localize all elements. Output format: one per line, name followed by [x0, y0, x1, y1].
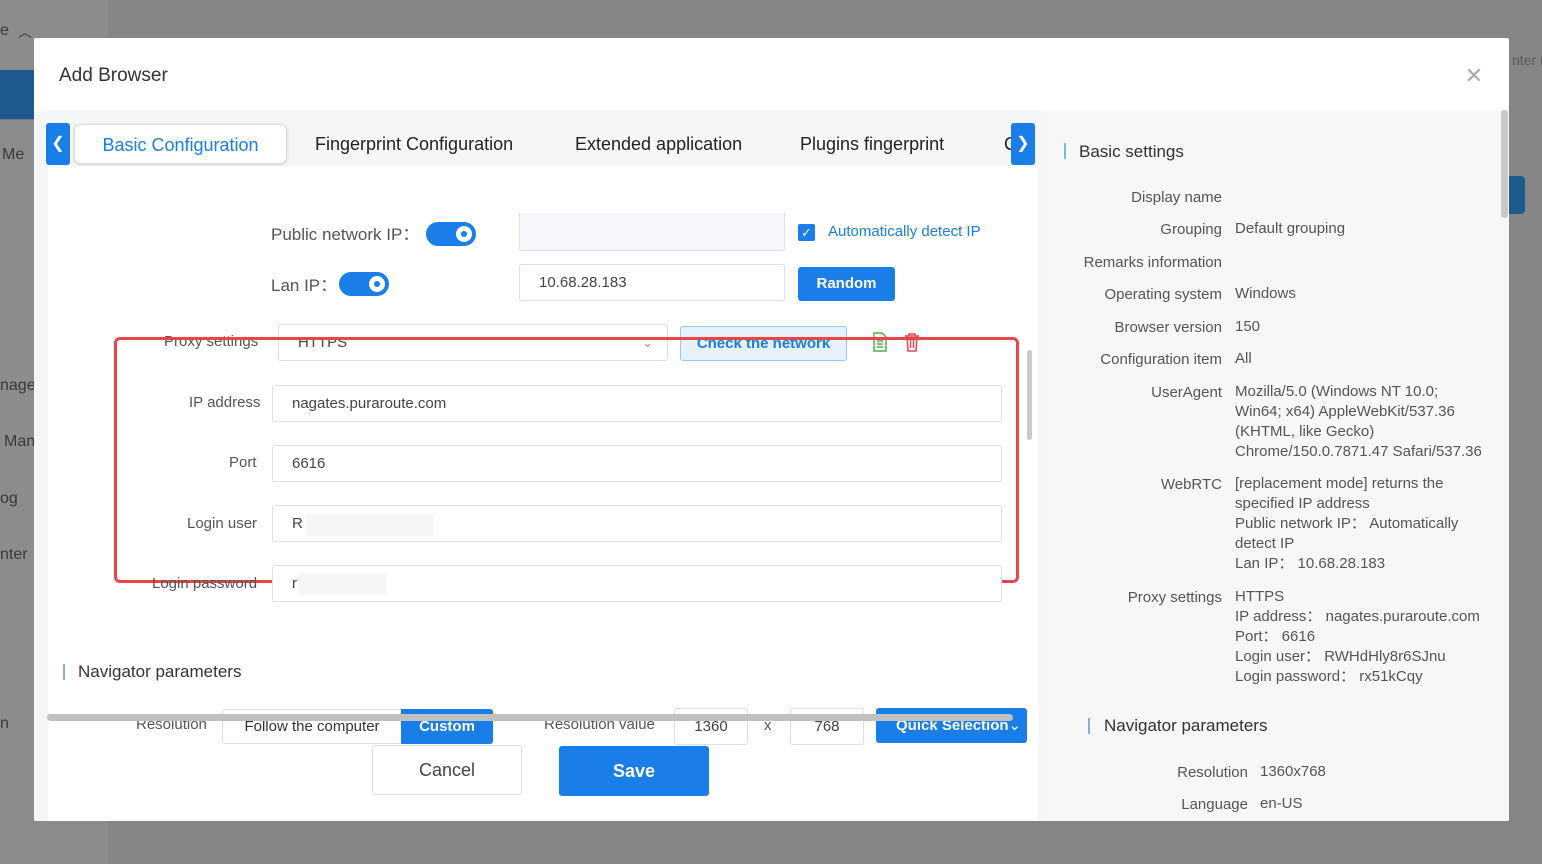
- close-icon[interactable]: ✕: [1464, 65, 1484, 87]
- background-text: nter: [0, 546, 28, 563]
- login-password-value: r: [292, 575, 297, 592]
- login-user-label: Login user: [187, 515, 258, 532]
- summary-proxy-port: Port： 6616: [1235, 628, 1316, 645]
- background-text: Me: [2, 146, 25, 163]
- summary-proxy-password: Login password： rx51kCqy: [1235, 668, 1423, 685]
- background-active-nav: [0, 70, 34, 120]
- navigator-section-title: Navigator parameters: [78, 662, 242, 681]
- public-ip-label: Public network IP：: [271, 225, 420, 244]
- redaction-mask: [306, 514, 433, 536]
- tab-scroll-left-icon[interactable]: ❮: [46, 123, 70, 165]
- save-button[interactable]: Save: [559, 746, 709, 796]
- tab-fingerprint-configuration[interactable]: Fingerprint Configuration: [315, 124, 513, 164]
- summary-label: WebRTC: [1160, 476, 1222, 493]
- summary-proxy-user: Login user： RWHdHly8r6SJnu: [1235, 648, 1446, 665]
- random-button[interactable]: Random: [798, 267, 895, 301]
- form-scrollbar[interactable]: [1027, 350, 1032, 440]
- summary-label: Remarks information: [1083, 254, 1222, 271]
- summary-label: Browser version: [1114, 319, 1222, 336]
- port-label: Port: [229, 454, 257, 471]
- lan-ip-toggle[interactable]: [339, 272, 389, 296]
- login-user-value: R: [292, 515, 303, 532]
- summary-label: UserAgent: [1151, 384, 1222, 401]
- summary-label: Resolution: [1177, 764, 1248, 781]
- background-text: n: [0, 715, 9, 732]
- summary-webrtc-public-ip: Public network IP： Automatically detect …: [1235, 515, 1459, 552]
- tab-scroll-right-icon[interactable]: ❯: [1011, 123, 1035, 165]
- summary-value: All: [1235, 350, 1252, 367]
- summary-label: Operating system: [1104, 286, 1222, 303]
- tab-plugins-fingerprint[interactable]: Plugins fingerprint: [800, 124, 944, 164]
- background-text: e: [0, 22, 9, 39]
- summary-useragent-value: Mozilla/5.0 (Windows NT 10.0; Win64; x64…: [1235, 383, 1482, 460]
- tab-basic-configuration[interactable]: Basic Configuration: [74, 124, 287, 164]
- section-marker: [1088, 718, 1090, 734]
- auto-detect-checkbox[interactable]: ✓: [798, 224, 815, 241]
- background-search-placeholder: nter r: [1512, 52, 1542, 68]
- public-ip-input[interactable]: [519, 213, 785, 251]
- background-text: Man: [4, 433, 36, 450]
- chevron-up-icon: ︿: [18, 24, 32, 40]
- summary-label: Language: [1181, 796, 1248, 813]
- login-password-label: Login password: [152, 575, 258, 592]
- public-ip-toggle[interactable]: [426, 222, 476, 246]
- summary-value: 1360x768: [1260, 763, 1326, 780]
- horizontal-scrollbar[interactable]: [47, 714, 1013, 721]
- summary-value: 150: [1235, 318, 1261, 335]
- lan-ip-label: Lan IP：: [271, 276, 338, 295]
- config-pane: ❮ Basic Configuration Fingerprint Config…: [34, 110, 1046, 821]
- port-input[interactable]: 6616: [272, 445, 1002, 482]
- section-marker: [63, 664, 65, 680]
- background-divider: [0, 119, 34, 120]
- summary-label: Proxy settings: [1127, 589, 1222, 606]
- auto-detect-label[interactable]: Automatically detect IP: [828, 223, 981, 240]
- summary-webrtc-lan-ip: Lan IP： 10.68.28.183: [1235, 555, 1386, 572]
- lan-ip-input[interactable]: 10.68.28.183: [519, 264, 785, 301]
- summary-value: Default grouping: [1235, 220, 1346, 237]
- background-button: [1509, 176, 1525, 214]
- background-text: nage: [0, 377, 36, 394]
- summary-label: Grouping: [1160, 221, 1222, 238]
- background-text: og: [0, 490, 18, 507]
- tab-extended-application[interactable]: Extended application: [575, 124, 742, 164]
- basic-settings-title: Basic settings: [1079, 142, 1184, 161]
- ip-address-label: IP address: [189, 394, 261, 411]
- summary-label: Display name: [1131, 189, 1222, 206]
- summary-pane: Basic settings Display name Grouping Def…: [1046, 110, 1509, 821]
- summary-value: en-US: [1260, 795, 1303, 812]
- summary-webrtc-value: [replacement mode] returns the specified…: [1235, 475, 1444, 512]
- summary-navigator-title: Navigator parameters: [1104, 716, 1268, 735]
- dialog-title: Add Browser: [59, 65, 168, 86]
- redaction-mask: [298, 573, 386, 595]
- cancel-button[interactable]: Cancel: [372, 745, 522, 795]
- summary-proxy-ip: IP address： nagates.puraroute.com: [1235, 608, 1480, 625]
- summary-proxy-type: HTTPS: [1235, 588, 1285, 605]
- summary-scrollbar[interactable]: [1501, 110, 1508, 218]
- summary-value: Windows: [1235, 285, 1296, 302]
- dialog-header: Add Browser ✕: [34, 38, 1509, 110]
- summary-label: Configuration item: [1100, 351, 1222, 368]
- ip-address-input[interactable]: nagates.puraroute.com: [272, 385, 1002, 422]
- section-marker: [1064, 143, 1066, 159]
- add-browser-dialog: Add Browser ✕ ❮ Basic Configuration Fing…: [34, 38, 1509, 821]
